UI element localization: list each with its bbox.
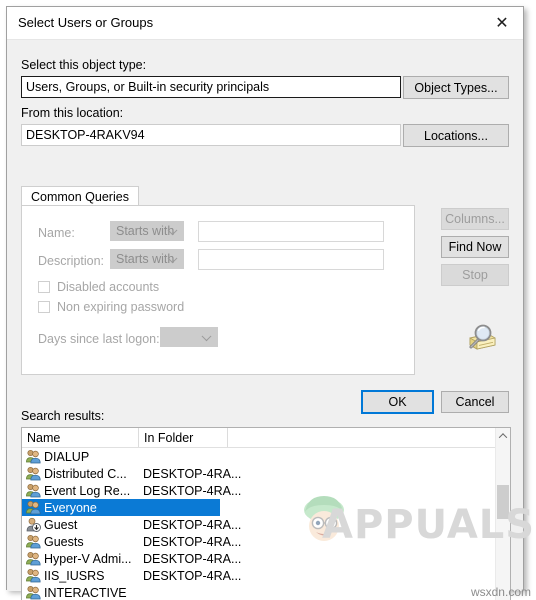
site-tag: wsxdn.com — [470, 585, 531, 599]
search-results-label: Search results: — [21, 409, 105, 423]
object-types-button[interactable]: Object Types... — [403, 76, 509, 99]
scrollbar-thumb[interactable] — [497, 485, 509, 519]
non-expiring-password-checkbox[interactable]: Non expiring password — [38, 300, 184, 314]
results-header-row: Name In Folder — [22, 428, 510, 448]
row-name: Guests — [44, 534, 84, 549]
location-input[interactable]: DESKTOP-4RAKV94 — [21, 124, 401, 146]
table-row[interactable]: Event Log Re... DESKTOP-4RA... — [22, 482, 510, 499]
group-icon — [25, 534, 41, 549]
column-header-name[interactable]: Name — [22, 428, 139, 447]
stop-button[interactable]: Stop — [441, 264, 509, 286]
scroll-up-icon[interactable] — [496, 428, 510, 443]
group-icon — [25, 466, 41, 481]
row-name: Event Log Re... — [44, 483, 131, 498]
row-name: Hyper-V Admi... — [44, 551, 132, 566]
checkbox-box-icon — [38, 281, 50, 293]
tab-common-queries[interactable]: Common Queries — [21, 186, 139, 206]
row-in-folder: DESKTOP-4RA... — [143, 483, 242, 498]
row-in-folder: DESKTOP-4RA... — [143, 534, 242, 549]
chevron-down-icon — [201, 331, 212, 342]
close-button[interactable]: ✕ — [481, 7, 523, 38]
non-expiring-password-label: Non expiring password — [57, 300, 185, 314]
name-operator-select[interactable]: Starts with — [110, 221, 184, 241]
close-icon: ✕ — [495, 12, 509, 32]
row-in-folder: DESKTOP-4RA... — [143, 466, 242, 481]
group-icon — [25, 483, 41, 498]
table-row[interactable]: IIS_IUSRS DESKTOP-4RA... — [22, 567, 510, 584]
days-since-last-logon-select[interactable] — [160, 327, 218, 347]
days-since-last-logon-label: Days since last logon: — [38, 332, 160, 346]
columns-button[interactable]: Columns... — [441, 208, 509, 230]
row-name: Guest — [44, 517, 78, 532]
disabled-accounts-label: Disabled accounts — [57, 280, 160, 294]
object-type-input[interactable]: Users, Groups, or Built-in security prin… — [21, 76, 401, 98]
row-in-folder: DESKTOP-4RA... — [143, 568, 242, 583]
table-row[interactable]: INTERACTIVE — [22, 584, 510, 600]
results-rows: DIALUP Distributed C... DESKTOP-4RA... Even… — [22, 448, 510, 600]
name-value-input[interactable] — [198, 221, 384, 242]
disabled-accounts-checkbox[interactable]: Disabled accounts — [38, 280, 159, 294]
column-header-in-folder[interactable]: In Folder — [139, 428, 228, 447]
group-icon — [25, 449, 41, 464]
search-folder-icon — [458, 321, 498, 355]
description-value-input[interactable] — [198, 249, 384, 270]
dialog-titlebar: Select Users or Groups ✕ — [7, 7, 523, 40]
row-name: DIALUP — [44, 449, 90, 464]
results-scrollbar[interactable] — [495, 428, 510, 600]
select-users-or-groups-dialog: Select Users or Groups ✕ Select this obj… — [6, 6, 524, 600]
locations-button[interactable]: Locations... — [403, 124, 509, 147]
find-now-button[interactable]: Find Now — [441, 236, 509, 258]
user-icon — [25, 517, 41, 532]
group-icon — [25, 585, 41, 600]
table-row[interactable]: Hyper-V Admi... DESKTOP-4RA... — [22, 550, 510, 567]
group-icon — [25, 568, 41, 583]
row-name: INTERACTIVE — [44, 585, 127, 600]
table-row[interactable]: Guest DESKTOP-4RA... — [22, 516, 510, 533]
description-label: Description: — [38, 254, 104, 268]
dialog-title: Select Users or Groups — [18, 15, 154, 30]
table-row[interactable]: Distributed C... DESKTOP-4RA... — [22, 465, 510, 482]
name-label: Name: — [38, 226, 75, 240]
row-name: Everyone — [44, 500, 97, 515]
row-in-folder: DESKTOP-4RA... — [143, 517, 242, 532]
row-name: IIS_IUSRS — [44, 568, 105, 583]
table-row[interactable]: Everyone — [22, 499, 220, 516]
ok-button[interactable]: OK — [361, 390, 434, 414]
row-name: Distributed C... — [44, 466, 127, 481]
description-operator-select[interactable]: Starts with — [110, 249, 184, 269]
location-label: From this location: — [21, 106, 124, 120]
table-row[interactable]: Guests DESKTOP-4RA... — [22, 533, 510, 550]
screenshot-root: Select Users or Groups ✕ Select this obj… — [0, 0, 536, 600]
description-operator-value: Starts with — [116, 252, 175, 266]
dialog-body: Select this object type: Users, Groups, … — [7, 40, 523, 600]
group-icon — [25, 500, 41, 515]
table-row[interactable]: DIALUP — [22, 448, 510, 465]
object-type-label: Select this object type: — [21, 58, 147, 72]
cancel-button[interactable]: Cancel — [441, 391, 509, 413]
name-operator-value: Starts with — [116, 224, 175, 238]
row-in-folder: DESKTOP-4RA... — [143, 551, 242, 566]
checkbox-box-icon — [38, 301, 50, 313]
common-queries-panel: Name: Starts with Description: Starts wi… — [21, 205, 415, 375]
search-results-listbox[interactable]: Name In Folder DIALUP Distributed C... DES… — [21, 427, 511, 600]
tabstrip: Common Queries — [21, 186, 415, 206]
group-icon — [25, 551, 41, 566]
